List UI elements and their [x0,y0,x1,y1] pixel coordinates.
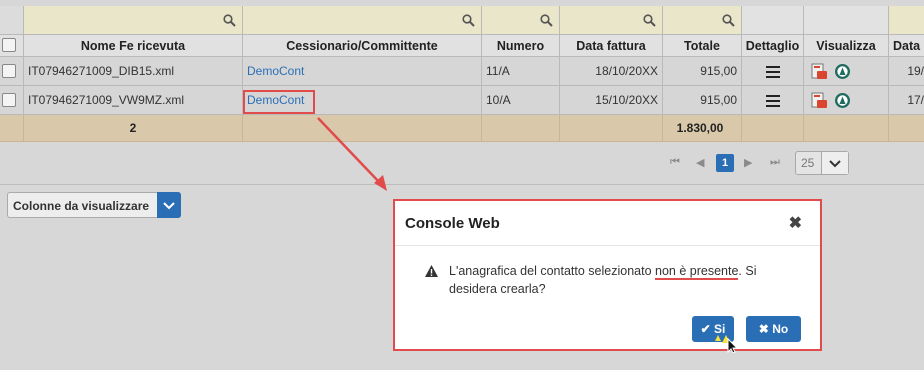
mouse-cursor-icon [715,335,739,353]
no-button[interactable]: ✖ No [746,316,801,342]
close-icon: ✖ [758,322,769,336]
confirm-dialog: Console Web ✖ L'anagrafica del contatto … [393,199,822,353]
close-icon[interactable]: ✖ [789,213,802,233]
highlighted-text: non è presente [655,264,739,280]
dialog-message: L'anagrafica del contatto selezionato no… [449,264,757,296]
dialog-title: Console Web [405,215,500,232]
check-icon: ✔ [700,322,711,336]
warning-icon [425,265,438,277]
